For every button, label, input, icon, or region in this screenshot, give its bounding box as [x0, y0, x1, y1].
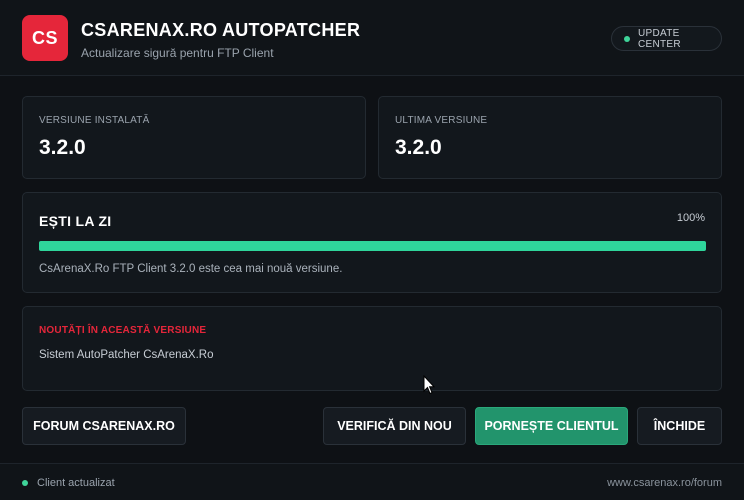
progress-percent-label: 100% — [676, 212, 705, 224]
latest-version-card: ULTIMA VERSIUNE 3.2.0 — [378, 96, 722, 179]
latest-version-label: ULTIMA VERSIUNE — [395, 115, 488, 126]
mouse-cursor-icon — [423, 375, 435, 395]
progress-bar-fill — [39, 241, 706, 251]
start-client-button[interactable]: PORNEȘTE CLIENTUL — [475, 407, 628, 445]
app-logo: CS — [22, 15, 68, 61]
app-title: CSARENAX.RO AUTOPATCHER — [81, 20, 361, 40]
news-text: Sistem AutoPatcher CsArenaX.Ro — [39, 349, 214, 361]
footer-status: Client actualizat — [22, 477, 115, 489]
footer-status-text: Client actualizat — [37, 477, 115, 489]
forum-button[interactable]: FORUM CSARENAX.RO — [22, 407, 186, 445]
footer: Client actualizat www.csarenax.ro/forum — [0, 463, 744, 500]
forum-link[interactable]: www.csarenax.ro/forum — [607, 477, 722, 489]
close-button[interactable]: ÎNCHIDE — [637, 407, 722, 445]
latest-version-value: 3.2.0 — [395, 136, 442, 159]
status-dot-icon — [624, 35, 630, 42]
news-title: NOUTĂȚI ÎN ACEASTĂ VERSIUNE — [39, 325, 207, 336]
header: CS CSARENAX.RO AUTOPATCHER Actualizare s… — [0, 0, 744, 76]
installed-version-card: VERSIUNE INSTALATĂ 3.2.0 — [22, 96, 366, 179]
status-title: EȘTI LA ZI — [39, 213, 112, 229]
status-dot-icon — [22, 480, 28, 486]
check-again-button[interactable]: VERIFICĂ DIN NOU — [323, 407, 466, 445]
app-subtitle: Actualizare sigură pentru FTP Client — [81, 46, 274, 60]
update-center-badge[interactable]: UPDATE CENTER — [611, 26, 722, 51]
autopatcher-window: CS CSARENAX.RO AUTOPATCHER Actualizare s… — [0, 0, 744, 500]
progress-bar — [39, 241, 706, 251]
update-center-label: UPDATE CENTER — [638, 27, 681, 50]
installed-version-label: VERSIUNE INSTALATĂ — [39, 115, 150, 126]
status-card: EȘTI LA ZI 100% CsArenaX.Ro FTP Client 3… — [22, 192, 722, 293]
installed-version-value: 3.2.0 — [39, 136, 86, 159]
status-message: CsArenaX.Ro FTP Client 3.2.0 este cea ma… — [39, 263, 343, 275]
news-card: NOUTĂȚI ÎN ACEASTĂ VERSIUNE Sistem AutoP… — [22, 306, 722, 391]
